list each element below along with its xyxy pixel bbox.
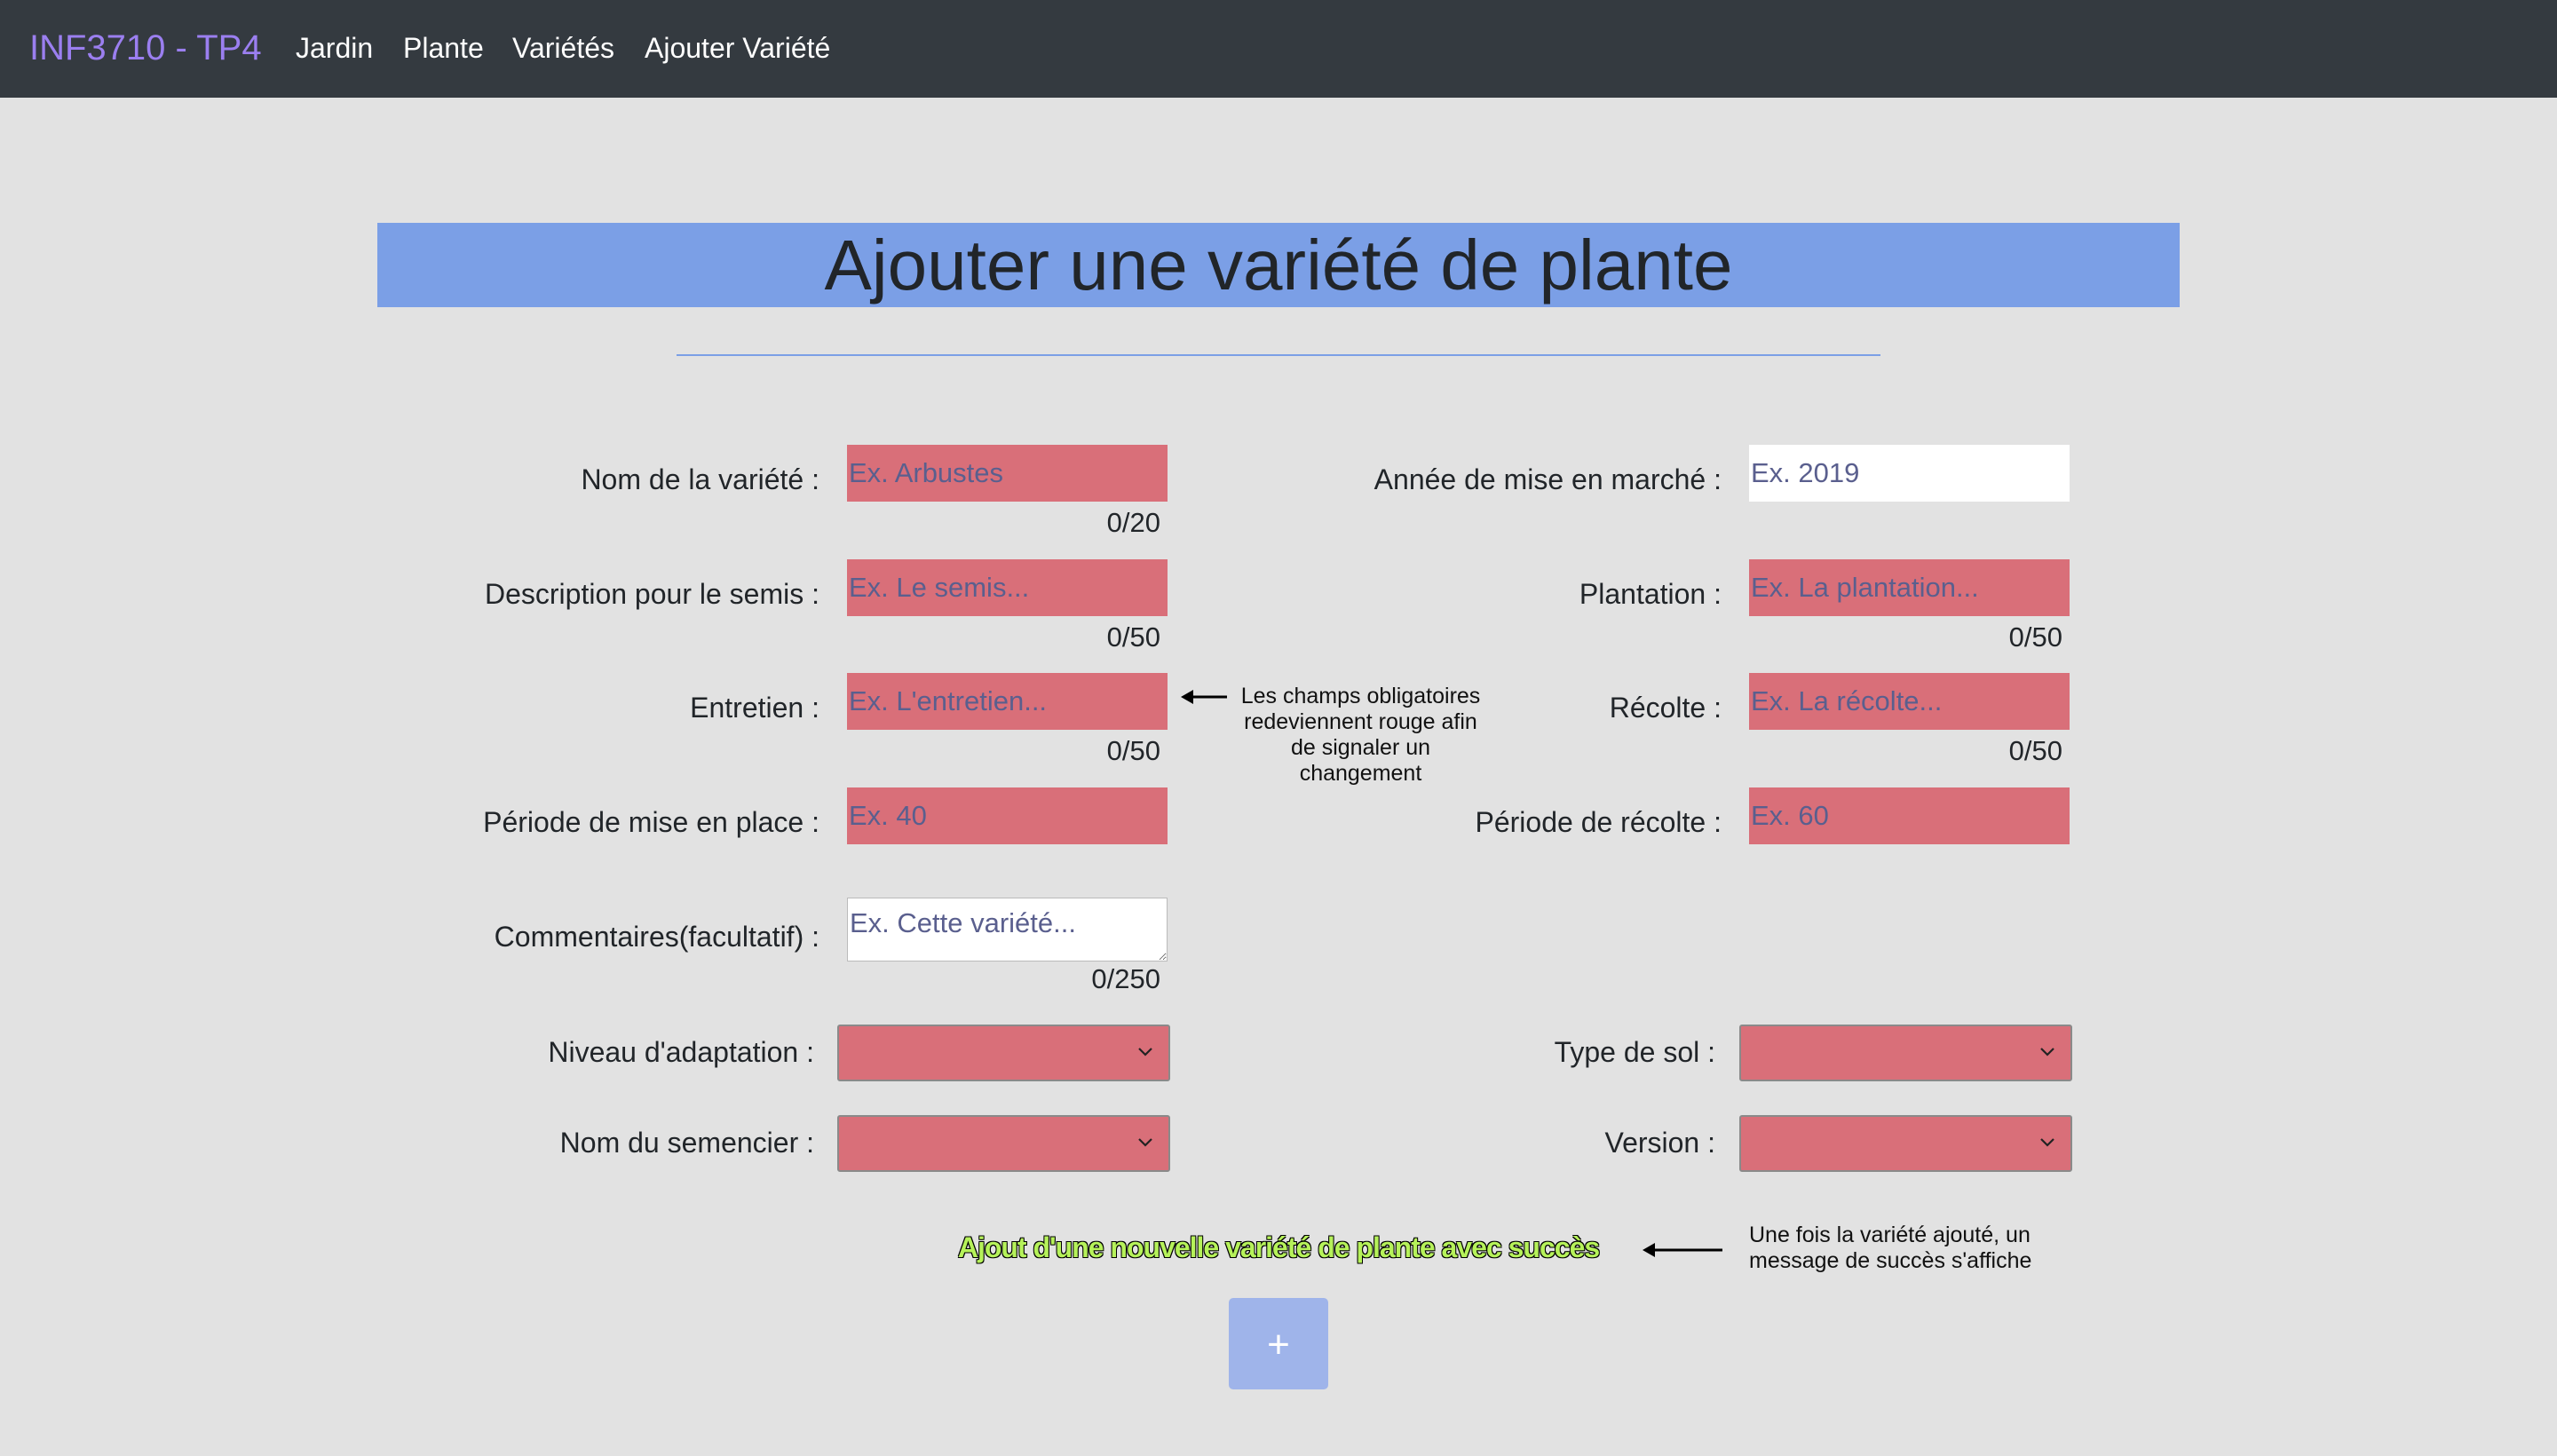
page-title: Ajouter une variété de plante (824, 226, 1733, 305)
success-message: Ajout d'une nouvelle variété de plante a… (957, 1231, 1600, 1263)
harvest-input[interactable] (1749, 673, 2070, 730)
chevron-down-icon (2040, 1048, 2054, 1056)
harvest-period-label: Période de récolte : (1475, 806, 1722, 838)
success-note-line: message de succès s'affiche (1749, 1248, 2032, 1273)
soil-type-label: Type de sol : (1554, 1036, 1715, 1068)
required-fields-note-line: de signaler un (1290, 735, 1431, 760)
chevron-down-icon (1138, 1048, 1152, 1056)
variety-name-input[interactable] (847, 445, 1168, 502)
release-year-input[interactable] (1749, 445, 2070, 502)
required-fields-note: Les champs obligatoires redeviennent rou… (1225, 684, 1496, 787)
required-fields-note-line: redeviennent rouge afin (1244, 709, 1477, 734)
planting-input[interactable] (1749, 559, 2070, 616)
required-fields-note-line: Les champs obligatoires (1240, 684, 1481, 708)
version-select[interactable] (1739, 1115, 2072, 1172)
planting-label: Plantation : (1579, 578, 1722, 610)
sowing-description-counter: 0/50 (1106, 621, 1160, 653)
maintenance-input[interactable] (847, 673, 1168, 730)
arrow-left-icon (1181, 690, 1227, 704)
nav-link-ajouter-variete[interactable]: Ajouter Variété (645, 27, 830, 69)
seed-company-label: Nom du semencier : (559, 1127, 814, 1159)
chevron-down-icon (2040, 1138, 2054, 1147)
comments-label: Commentaires(facultatif) : (494, 921, 819, 953)
sowing-description-label: Description pour le semis : (484, 578, 819, 610)
harvest-label: Récolte : (1609, 692, 1722, 724)
nav-link-jardin[interactable]: Jardin (296, 27, 373, 69)
seed-company-select[interactable] (837, 1115, 1170, 1172)
harvest-period-input[interactable] (1749, 787, 2070, 844)
title-divider (677, 354, 1880, 356)
success-note-line: Une fois la variété ajouté, un (1749, 1223, 2031, 1247)
release-year-label: Année de mise en marché : (1373, 463, 1722, 495)
maintenance-label: Entretien : (690, 692, 819, 724)
sowing-description-input[interactable] (847, 559, 1168, 616)
variety-name-label: Nom de la variété : (581, 463, 819, 495)
setup-period-label: Période de mise en place : (483, 806, 819, 838)
arrow-left-icon (1643, 1243, 1722, 1257)
soil-type-select[interactable] (1739, 1025, 2072, 1081)
comments-counter: 0/250 (1091, 963, 1160, 994)
planting-counter: 0/50 (2008, 621, 2062, 653)
required-fields-note-line: changement (1299, 761, 1422, 786)
add-variety-button[interactable]: + (1229, 1298, 1328, 1389)
success-note: Une fois la variété ajouté, un message d… (1749, 1223, 2031, 1274)
nav-link-plante[interactable]: Plante (403, 27, 484, 69)
comments-textarea[interactable] (847, 898, 1168, 961)
page-title-banner: Ajouter une variété de plante (377, 223, 2180, 307)
adaptation-level-label: Niveau d'adaptation : (548, 1036, 814, 1068)
setup-period-input[interactable] (847, 787, 1168, 844)
harvest-counter: 0/50 (2008, 735, 2062, 766)
adaptation-level-select[interactable] (837, 1025, 1170, 1081)
brand-link[interactable]: INF3710 - TP4 (29, 23, 262, 73)
chevron-down-icon (1138, 1138, 1152, 1147)
variety-name-counter: 0/20 (1106, 507, 1160, 538)
navbar: INF3710 - TP4 Jardin Plante Variétés Ajo… (0, 0, 2557, 98)
nav-link-varietes[interactable]: Variétés (512, 27, 614, 69)
maintenance-counter: 0/50 (1106, 735, 1160, 766)
version-label: Version : (1604, 1127, 1715, 1159)
